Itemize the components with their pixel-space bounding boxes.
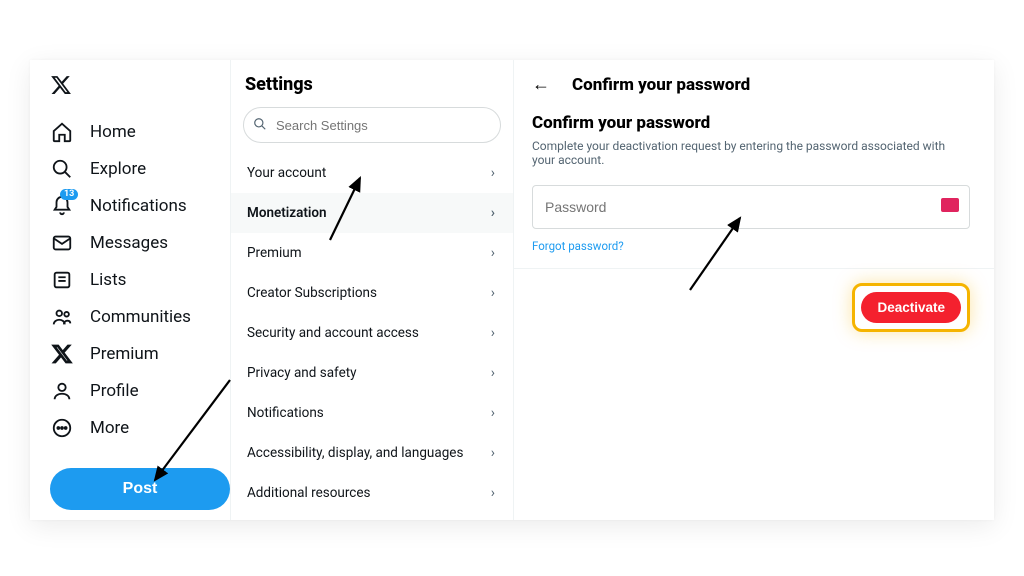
detail-subtitle: Confirm your password bbox=[532, 113, 970, 133]
settings-item-label: Security and account access bbox=[247, 325, 419, 341]
settings-title: Settings bbox=[231, 74, 513, 107]
bell-icon: 13 bbox=[50, 194, 74, 218]
password-field-wrap bbox=[532, 185, 970, 229]
nav-profile[interactable]: Profile bbox=[50, 379, 220, 403]
chevron-right-icon: › bbox=[491, 165, 495, 181]
deactivate-highlight: Deactivate bbox=[852, 283, 970, 332]
nav-notifications[interactable]: 13 Notifications bbox=[50, 194, 220, 218]
chevron-right-icon: › bbox=[491, 205, 495, 221]
nav-label: Profile bbox=[90, 381, 139, 401]
action-row: Deactivate bbox=[532, 269, 970, 332]
nav-label: Home bbox=[90, 122, 136, 142]
chevron-right-icon: › bbox=[491, 365, 495, 381]
nav-label: Lists bbox=[90, 270, 126, 290]
settings-item-premium[interactable]: Premium › bbox=[231, 233, 513, 273]
nav-explore[interactable]: Explore bbox=[50, 157, 220, 181]
nav-label: Notifications bbox=[90, 196, 187, 216]
settings-item-label: Creator Subscriptions bbox=[247, 285, 377, 301]
nav-premium[interactable]: Premium bbox=[50, 342, 220, 366]
settings-search-wrap bbox=[231, 107, 513, 153]
detail-pane: ← Confirm your password Confirm your pas… bbox=[514, 60, 994, 520]
settings-item-label: Additional resources bbox=[247, 485, 371, 501]
nav-label: More bbox=[90, 418, 129, 438]
notification-badge: 13 bbox=[60, 189, 78, 200]
detail-helper-text: Complete your deactivation request by en… bbox=[532, 139, 970, 167]
nav: Home Explore 13 Notifications Messages L… bbox=[50, 120, 220, 440]
chevron-right-icon: › bbox=[491, 485, 495, 501]
nav-lists[interactable]: Lists bbox=[50, 268, 220, 292]
back-arrow-icon[interactable]: ← bbox=[532, 74, 550, 95]
home-icon bbox=[50, 120, 74, 144]
detail-header: ← Confirm your password bbox=[532, 74, 970, 95]
x-logo-icon[interactable] bbox=[50, 74, 220, 100]
more-icon bbox=[50, 416, 74, 440]
nav-label: Explore bbox=[90, 159, 146, 179]
chevron-right-icon: › bbox=[491, 245, 495, 261]
settings-item-label: Notifications bbox=[247, 405, 324, 421]
settings-item-your-account[interactable]: Your account › bbox=[231, 153, 513, 193]
nav-messages[interactable]: Messages bbox=[50, 231, 220, 255]
password-input[interactable] bbox=[545, 199, 957, 215]
settings-item-label: Premium bbox=[247, 245, 302, 261]
settings-item-creator-subscriptions[interactable]: Creator Subscriptions › bbox=[231, 273, 513, 313]
detail-header-title: Confirm your password bbox=[572, 75, 750, 95]
settings-item-additional[interactable]: Additional resources › bbox=[231, 473, 513, 513]
search-icon bbox=[253, 117, 267, 131]
nav-label: Messages bbox=[90, 233, 168, 253]
nav-more[interactable]: More bbox=[50, 416, 220, 440]
nav-home[interactable]: Home bbox=[50, 120, 220, 144]
chevron-right-icon: › bbox=[491, 285, 495, 301]
deactivate-button[interactable]: Deactivate bbox=[861, 292, 961, 323]
forgot-password-link[interactable]: Forgot password? bbox=[532, 239, 624, 253]
settings-item-label: Monetization bbox=[247, 205, 327, 221]
communities-icon bbox=[50, 305, 74, 329]
settings-item-security[interactable]: Security and account access › bbox=[231, 313, 513, 353]
search-icon bbox=[50, 157, 74, 181]
settings-column: Settings Your account › Monetization › P… bbox=[230, 60, 514, 520]
settings-search-input[interactable] bbox=[243, 107, 501, 143]
sidebar: Home Explore 13 Notifications Messages L… bbox=[30, 60, 230, 520]
x-icon bbox=[50, 342, 74, 366]
settings-item-notifications[interactable]: Notifications › bbox=[231, 393, 513, 433]
settings-item-label: Your account bbox=[247, 165, 326, 181]
nav-label: Communities bbox=[90, 307, 191, 327]
chevron-right-icon: › bbox=[491, 325, 495, 341]
settings-item-accessibility[interactable]: Accessibility, display, and languages › bbox=[231, 433, 513, 473]
settings-item-monetization[interactable]: Monetization › bbox=[231, 193, 513, 233]
settings-item-label: Privacy and safety bbox=[247, 365, 357, 381]
settings-item-label: Accessibility, display, and languages bbox=[247, 445, 463, 461]
chevron-right-icon: › bbox=[491, 445, 495, 461]
nav-communities[interactable]: Communities bbox=[50, 305, 220, 329]
chevron-right-icon: › bbox=[491, 405, 495, 421]
settings-item-privacy[interactable]: Privacy and safety › bbox=[231, 353, 513, 393]
mail-icon bbox=[50, 231, 74, 255]
post-button[interactable]: Post bbox=[50, 468, 230, 510]
password-manager-icon[interactable] bbox=[941, 198, 959, 212]
list-icon bbox=[50, 268, 74, 292]
profile-icon bbox=[50, 379, 74, 403]
nav-label: Premium bbox=[90, 344, 159, 364]
